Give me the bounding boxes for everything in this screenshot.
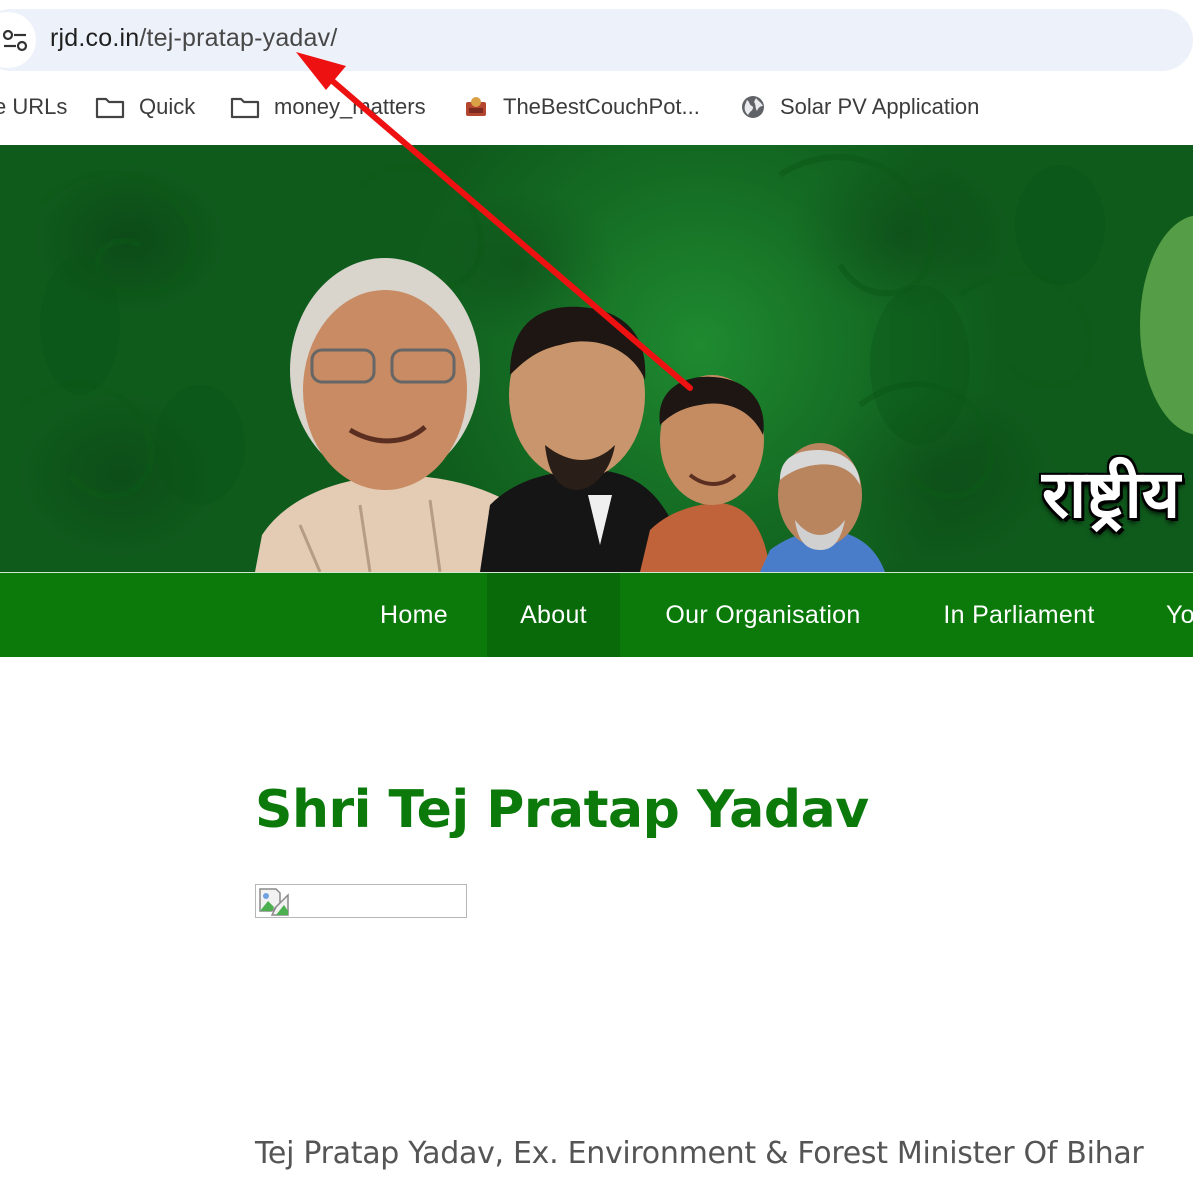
bookmark-urls[interactable]: e URLs <box>0 80 67 134</box>
bookmark-quick[interactable]: Quick <box>95 80 195 134</box>
bookmark-label: e URLs <box>0 94 68 119</box>
tune-icon <box>2 29 28 52</box>
url-host: rjd.co.in <box>50 24 140 52</box>
page-subtitle: Tej Pratap Yadav, Ex. Environment & Fore… <box>255 1136 1144 1171</box>
broken-image-icon <box>259 888 289 916</box>
leader-photo-4 <box>760 443 885 572</box>
url-path: /tej-pratap-yadav/ <box>139 24 338 52</box>
nav-item-our-organisation[interactable]: Our Organisation <box>630 573 896 657</box>
folder-icon <box>95 95 125 119</box>
nav-item-partial[interactable]: Yo <box>1142 573 1193 657</box>
bookmark-solar-pv[interactable]: Solar PV Application <box>740 80 979 134</box>
nav-item-in-parliament[interactable]: In Parliament <box>912 573 1126 657</box>
bookmark-thebestcouchpot[interactable]: TheBestCouchPot... <box>463 80 700 134</box>
bookmark-label: TheBestCouchPot... <box>503 94 700 119</box>
broken-image <box>255 884 467 918</box>
bookmark-money-matters[interactable]: money_matters <box>230 80 426 134</box>
url-text[interactable]: rjd.co.in/tej-pratap-yadav/ <box>50 24 338 53</box>
bookmark-label: Solar PV Application <box>780 94 980 119</box>
main-nav: Home About Our Organisation In Parliamen… <box>0 572 1193 657</box>
party-name-hindi: राष्ट्रीय <box>1042 456 1181 533</box>
bookmark-label: money_matters <box>274 94 426 119</box>
folder-icon <box>230 95 260 119</box>
globe-icon <box>740 94 766 120</box>
browser-toolbar: rjd.co.in/tej-pratap-yadav/ <box>0 0 1193 80</box>
nav-item-about[interactable]: About <box>487 573 620 657</box>
site-favicon <box>463 94 489 120</box>
leader-photo-3 <box>640 375 770 572</box>
bookmark-label: Quick <box>139 94 196 119</box>
banner-artwork <box>18 154 1193 572</box>
page-title: Shri Tej Pratap Yadav <box>255 780 869 840</box>
nav-item-home[interactable]: Home <box>352 573 476 657</box>
bookmarks-bar: e URLs Quick money_matters TheBestCouchP… <box>0 80 1193 144</box>
header-banner: राष्ट्रीय <box>0 145 1193 572</box>
